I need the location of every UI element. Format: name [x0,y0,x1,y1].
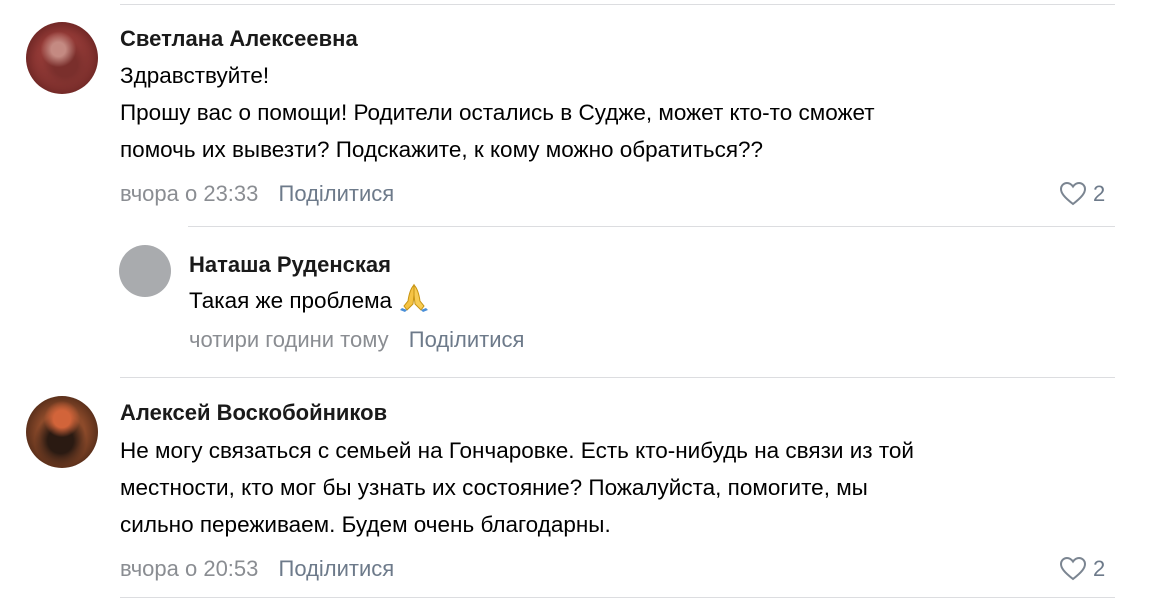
comment-text-line: помочь их вывезти? Подскажите, к кому мо… [120,137,764,162]
reply-author[interactable]: Наташа Руденская [189,252,391,278]
divider-reply [188,226,1115,227]
comment-text-line: Не могу связаться с семьей на Гончаровке… [120,438,914,463]
reply-text-content: Такая же проблема [189,288,393,313]
comment-meta: вчора о 23:33 Поділитися [120,181,394,207]
divider-bottom [120,597,1115,598]
comment-text-line: местности, кто мог бы узнать их состояни… [120,475,868,500]
reply-timestamp[interactable]: чотири години тому [189,327,389,352]
praying-hands-emoji [398,282,430,323]
comment-timestamp[interactable]: вчора о 20:53 [120,556,258,581]
like-count: 2 [1093,181,1106,206]
reply-text: Такая же проблема [189,282,430,323]
like-count: 2 [1093,556,1106,581]
comment-meta: вчора о 20:53 Поділитися [120,556,394,582]
heart-icon [1059,556,1087,581]
divider-comment [120,377,1115,378]
avatar[interactable] [119,245,171,297]
comment-author[interactable]: Алексей Воскобойников [120,400,387,426]
comment-author[interactable]: Светлана Алексеевна [120,26,358,52]
comment-text-line: сильно переживаем. Будем очень благодарн… [120,512,611,537]
comment-text-line: Здравствуйте! [120,63,270,88]
heart-icon [1059,181,1087,206]
avatar[interactable] [26,22,98,94]
like-button[interactable]: 2 [1059,181,1105,207]
share-button[interactable]: Поділитися [279,181,395,206]
comment-text-line: Прошу вас о помощи! Родители остались в … [120,100,875,125]
reply-meta: чотири години тому Поділитися [189,327,524,353]
comment-timestamp[interactable]: вчора о 23:33 [120,181,258,206]
share-button[interactable]: Поділитися [409,327,525,352]
like-button[interactable]: 2 [1059,556,1105,582]
share-button[interactable]: Поділитися [279,556,395,581]
avatar[interactable] [26,396,98,468]
divider-top [120,4,1115,5]
